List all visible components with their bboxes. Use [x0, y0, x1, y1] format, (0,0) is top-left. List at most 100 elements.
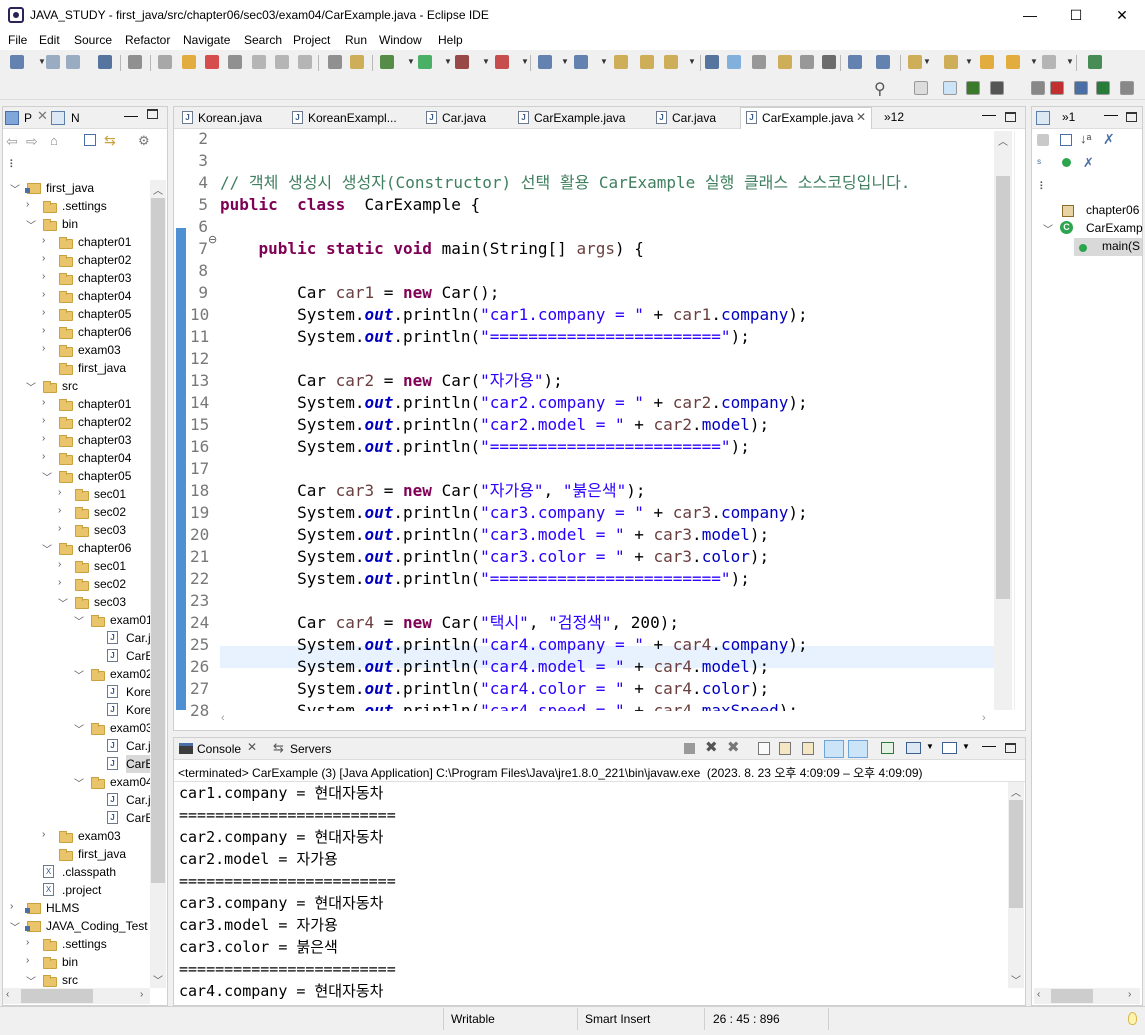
code-line[interactable]: System.out.println("car4.color = " + car…: [220, 678, 769, 700]
menu-file[interactable]: File: [8, 33, 27, 47]
progress-icon[interactable]: [1120, 81, 1134, 95]
suspend-icon[interactable]: [182, 55, 196, 69]
next-anno-dropdown-icon[interactable]: ▼: [923, 57, 931, 66]
open-console-icon[interactable]: [942, 742, 957, 754]
pin-editor-icon[interactable]: [1088, 55, 1102, 69]
expand-open-icon[interactable]: ﹀: [10, 181, 20, 196]
code-line[interactable]: System.out.println("car3.company = " + c…: [220, 502, 808, 524]
console-close-icon[interactable]: ✕: [247, 740, 257, 754]
navigator-tab[interactable]: N: [71, 111, 80, 125]
task-list-icon[interactable]: [1050, 81, 1064, 95]
menu-help[interactable]: Help: [438, 33, 463, 47]
expand-closed-icon[interactable]: ›: [42, 289, 45, 300]
expand-open-icon[interactable]: ﹀: [26, 217, 36, 232]
expand-open-icon[interactable]: ﹀: [42, 541, 52, 556]
new-icon[interactable]: [10, 55, 24, 69]
search-dropdown-icon[interactable]: ▼: [688, 57, 696, 66]
console-scroll-up-icon[interactable]: ︿: [1011, 784, 1021, 799]
show-stderr-toggle[interactable]: [848, 740, 868, 758]
clear-console-icon[interactable]: [758, 742, 770, 755]
outline-expand-icon[interactable]: ﹀: [1043, 221, 1053, 236]
collapse-all-icon[interactable]: [84, 134, 96, 146]
word-icon[interactable]: [778, 55, 792, 69]
show-stdout-toggle[interactable]: [824, 740, 844, 758]
overview-ruler[interactable]: [1014, 131, 1025, 710]
code-line[interactable]: System.out.println("car2.model = " + car…: [220, 414, 769, 436]
tree-horizontal-scrollbar[interactable]: ‹ ›: [3, 988, 150, 1004]
display-console-icon[interactable]: [906, 742, 921, 754]
editor-tab-label[interactable]: CarExample.java: [534, 111, 625, 125]
editor-tab-label[interactable]: Korean.java: [198, 111, 262, 125]
java-perspective-icon[interactable]: [943, 81, 957, 95]
web-browser-icon[interactable]: [848, 55, 862, 69]
editor-vertical-scrollbar[interactable]: ︿: [994, 131, 1012, 710]
expand-closed-icon[interactable]: ›: [42, 415, 45, 426]
new-dropdown-icon[interactable]: ▼: [38, 57, 46, 66]
expand-open-icon[interactable]: ﹀: [74, 613, 84, 628]
expand-closed-icon[interactable]: ›: [42, 829, 45, 840]
display-console-dropdown-icon[interactable]: ▼: [926, 742, 934, 751]
block-icon[interactable]: [800, 55, 814, 69]
expand-closed-icon[interactable]: ›: [58, 487, 61, 498]
step-return-icon[interactable]: [298, 55, 312, 69]
expand-closed-icon[interactable]: ›: [58, 505, 61, 516]
external-tools-dropdown-icon[interactable]: ▼: [521, 57, 529, 66]
tree-row[interactable]: [4, 341, 150, 359]
new-java-project-icon[interactable]: [538, 55, 552, 69]
menu-window[interactable]: Window: [379, 33, 422, 47]
expand-open-icon[interactable]: ﹀: [10, 919, 20, 934]
expand-closed-icon[interactable]: ›: [42, 253, 45, 264]
code-line[interactable]: Car car1 = new Car();: [220, 282, 499, 304]
menu-run[interactable]: Run: [345, 33, 367, 47]
minimize-view-icon[interactable]: —: [124, 107, 138, 123]
new-package-dropdown-icon[interactable]: ▼: [600, 57, 608, 66]
minimize-button[interactable]: —: [1007, 0, 1053, 30]
open-console-dropdown-icon[interactable]: ▼: [962, 742, 970, 751]
save-all-icon[interactable]: [66, 55, 80, 69]
code-line[interactable]: public static void main(String[] args) {: [220, 238, 644, 260]
fold-collapse-icon[interactable]: ⊖: [208, 233, 217, 246]
outline-view-icon[interactable]: [1074, 81, 1088, 95]
editor-tab-label[interactable]: CarExample.java: [762, 111, 853, 125]
editor-maximize-icon[interactable]: [1005, 112, 1016, 122]
dashboard-icon[interactable]: [1096, 81, 1110, 95]
debug-icon[interactable]: [380, 55, 394, 69]
tree-row[interactable]: [4, 845, 150, 863]
expand-closed-icon[interactable]: ›: [42, 397, 45, 408]
code-line[interactable]: System.out.println("car4.model = " + car…: [220, 656, 769, 678]
scrollbar-thumb[interactable]: [151, 198, 165, 883]
outline-method[interactable]: main(S: [1102, 239, 1140, 253]
code-line[interactable]: System.out.println("car1.company = " + c…: [220, 304, 808, 326]
expand-closed-icon[interactable]: ›: [58, 577, 61, 588]
resume-icon[interactable]: [158, 55, 172, 69]
outline-overflow-tabs[interactable]: »1: [1062, 110, 1075, 124]
expand-closed-icon[interactable]: ›: [26, 955, 29, 966]
outline-class[interactable]: CarExamp: [1086, 221, 1143, 235]
expand-open-icon[interactable]: ﹀: [74, 667, 84, 682]
expand-open-icon[interactable]: ﹀: [26, 379, 36, 394]
tree-vertical-scrollbar[interactable]: ︿ ﹀: [150, 180, 166, 988]
collapse-outline-icon[interactable]: [1037, 134, 1049, 146]
close-tab-icon[interactable]: ✕: [37, 108, 48, 124]
outline-maximize-icon[interactable]: [1126, 112, 1137, 122]
terminate-icon[interactable]: [684, 743, 695, 754]
search-task-icon[interactable]: [664, 55, 678, 69]
expand-closed-icon[interactable]: ›: [42, 343, 45, 354]
code-line[interactable]: System.out.println("car3.model = " + car…: [220, 524, 769, 546]
prev-anno-dropdown-icon[interactable]: ▼: [965, 57, 973, 66]
git-perspective-icon[interactable]: [990, 81, 1004, 95]
forward-dropdown-icon[interactable]: ▼: [1066, 57, 1074, 66]
console-minimize-icon[interactable]: —: [982, 737, 996, 753]
back-icon[interactable]: ⇦: [6, 133, 18, 150]
step-over-icon[interactable]: [275, 55, 289, 69]
editor-minimize-icon[interactable]: —: [982, 106, 996, 122]
tips-lightbulb-icon[interactable]: [1128, 1012, 1137, 1025]
new-project-dropdown-icon[interactable]: ▼: [561, 57, 569, 66]
menu-navigate[interactable]: Navigate: [183, 33, 230, 47]
coverage-dropdown-icon[interactable]: ▼: [482, 57, 490, 66]
editor-scroll-up-icon[interactable]: ︿: [998, 133, 1008, 148]
external-browser-icon[interactable]: [876, 55, 890, 69]
debug-perspective-icon[interactable]: [966, 81, 980, 95]
code-line[interactable]: System.out.println("====================…: [220, 326, 750, 348]
hide-static-icon[interactable]: ˢ: [1037, 156, 1041, 170]
